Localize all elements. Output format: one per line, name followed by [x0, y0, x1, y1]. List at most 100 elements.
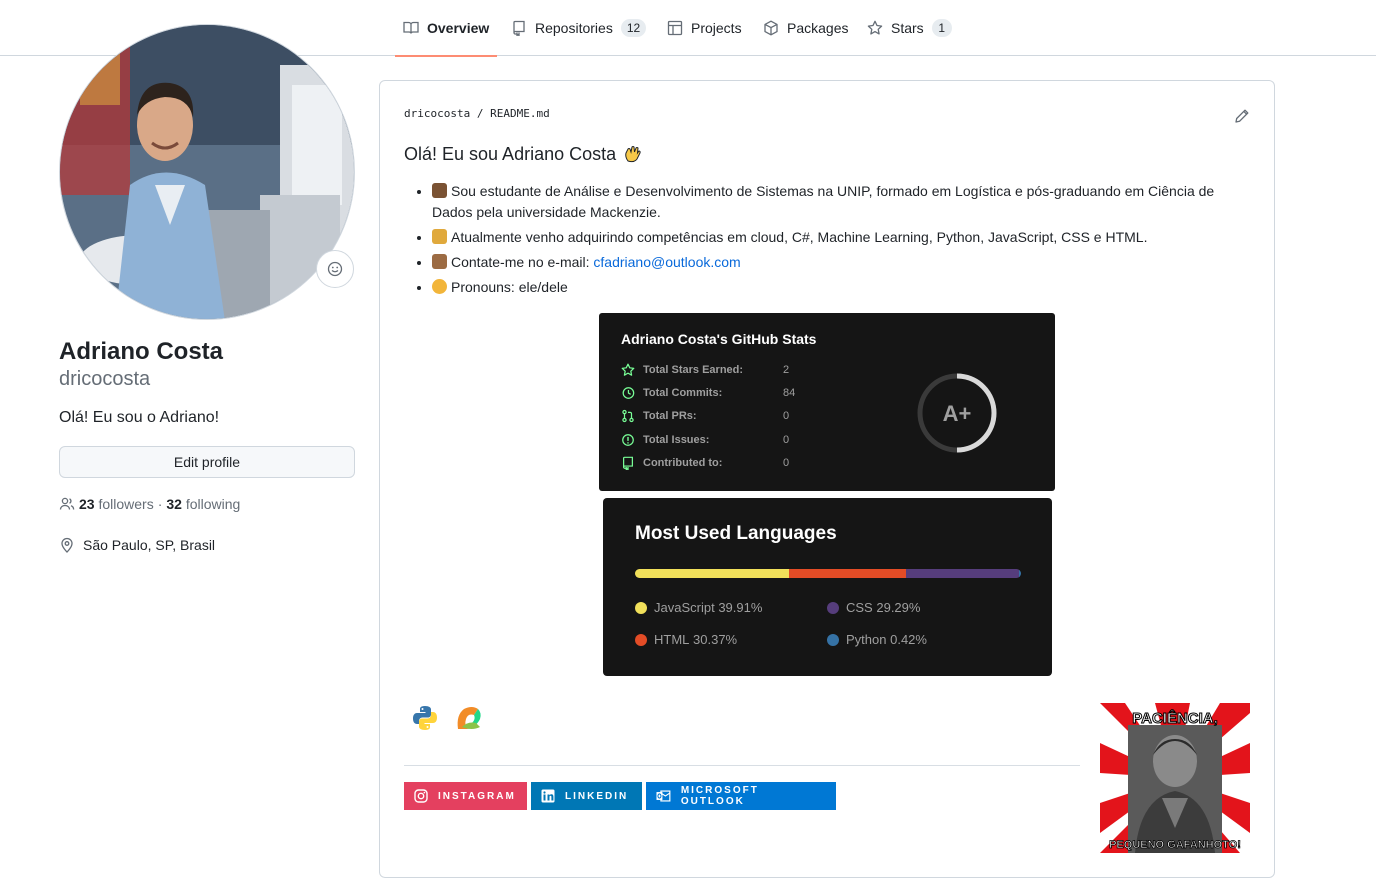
badge-label: LINKEDIN	[565, 790, 629, 802]
grade-ring: A+	[917, 373, 997, 453]
badge-label: INSTAGRAM	[438, 790, 516, 802]
stat-value: 84	[783, 387, 796, 399]
stat-value: 0	[783, 434, 790, 446]
readme-path: dricocosta / README.md	[404, 107, 550, 120]
stats-title: Adriano Costa's GitHub Stats	[621, 331, 817, 347]
tab-label: Repositories	[535, 20, 613, 36]
profile-readme: dricocosta / README.md Olá! Eu sou Adria…	[379, 80, 1275, 878]
email-link[interactable]: cfadriano@outlook.com	[593, 254, 740, 270]
outlook-icon	[656, 790, 671, 802]
bullet-text: Sou estudante de Análise e Desenvolvimen…	[432, 183, 1215, 220]
badge-label: MICROSOFT OUTLOOK	[680, 785, 759, 807]
student-icon	[432, 183, 447, 198]
lang-bar-segment	[1019, 569, 1021, 578]
stat-row-stars: Total Stars Earned: 2	[621, 363, 789, 377]
profile-location: São Paulo, SP, Brasil	[59, 537, 215, 553]
lang-dot	[827, 633, 839, 646]
stat-label: Total PRs:	[643, 410, 697, 422]
lang-dot	[635, 633, 647, 646]
crane-icon	[432, 229, 447, 244]
readme-bullet-list: Sou estudante de Análise e Desenvolvimen…	[432, 181, 1252, 302]
stat-row-prs: Total PRs: 0	[621, 409, 789, 423]
star-outline-icon	[621, 363, 635, 376]
followers-link[interactable]: 23 followers	[79, 496, 154, 512]
avatar[interactable]	[59, 24, 355, 320]
stat-row-contributed: Contributed to: 0	[621, 456, 789, 470]
divider	[404, 765, 1080, 766]
tab-projects[interactable]: Projects	[667, 0, 742, 56]
lang-item-css: CSS 29.29%	[827, 600, 920, 615]
lang-percent: 30.37%	[693, 632, 738, 647]
pencil-icon	[1235, 109, 1249, 123]
grade-text: A+	[943, 401, 972, 426]
lang-item-html: HTML 30.37%	[635, 632, 737, 647]
edit-profile-button[interactable]: Edit profile	[59, 446, 355, 478]
readme-path-user[interactable]: dricocosta	[404, 107, 470, 120]
smiley-emoji-icon	[432, 279, 447, 294]
repo-outline-icon	[623, 456, 633, 470]
edit-readme-button[interactable]	[1234, 108, 1250, 129]
profile-login: dricocosta	[59, 368, 151, 390]
history-icon	[622, 387, 635, 399]
lang-name: CSS	[846, 600, 873, 615]
set-status-button[interactable]	[316, 250, 354, 288]
table-icon	[667, 20, 683, 36]
lang-bar-segment	[635, 569, 790, 578]
outlook-badge[interactable]: MICROSOFT OUTLOOK	[646, 782, 836, 810]
tab-repositories[interactable]: Repositories 12	[511, 0, 647, 56]
profile-bio: Olá! Eu sou o Adriano!	[59, 409, 220, 426]
most-used-languages-card: Most Used Languages JavaScript 39.91% HT…	[603, 498, 1052, 676]
bullet-text: Contate-me no e-mail:	[451, 254, 594, 270]
following-link[interactable]: 32 following	[166, 496, 240, 512]
pycharm-logo-icon	[457, 707, 481, 729]
readme-path-separator: /	[476, 107, 484, 120]
tech-icons	[410, 703, 484, 733]
followers-following: 23 followers · 32 following	[59, 496, 240, 512]
lang-dot	[635, 601, 647, 614]
list-item: Sou estudante de Análise e Desenvolvimen…	[432, 181, 1252, 223]
star-icon	[867, 20, 883, 35]
location-icon	[61, 537, 73, 553]
linkedin-badge[interactable]: LINKEDIN	[531, 782, 642, 810]
readme-title: Olá! Eu sou Adriano Costa	[404, 143, 644, 165]
stat-value: 0	[783, 457, 790, 469]
followers-count: 23	[79, 496, 95, 512]
stat-label: Contributed to:	[643, 457, 723, 469]
python-logo-icon	[413, 706, 437, 730]
github-stats-card: Adriano Costa's GitHub Stats Total Stars…	[599, 313, 1055, 491]
waving-hand-icon	[625, 146, 641, 163]
tab-packages[interactable]: Packages	[763, 0, 848, 56]
list-item: Contate-me no e-mail: cfadriano@outlook.…	[432, 252, 1252, 273]
linkedin-icon	[541, 789, 555, 803]
readme-title-text: Olá! Eu sou Adriano Costa	[404, 143, 617, 164]
stars-count: 1	[931, 19, 952, 37]
repo-icon	[513, 20, 525, 36]
profile-name: Adriano Costa	[59, 338, 224, 365]
lang-percent: 0.42%	[890, 632, 927, 647]
lang-item-javascript: JavaScript 39.91%	[635, 600, 762, 615]
languages-bar	[635, 569, 1021, 578]
languages-title: Most Used Languages	[635, 523, 837, 544]
people-icon	[59, 497, 75, 510]
tab-label: Projects	[691, 20, 742, 36]
repositories-count: 12	[620, 19, 647, 37]
lang-bar-segment	[906, 569, 1020, 578]
lang-name: JavaScript	[654, 600, 715, 615]
tab-overview[interactable]: Overview	[394, 0, 498, 57]
lang-dot	[827, 601, 839, 614]
following-count: 32	[166, 496, 182, 512]
lang-name: HTML	[654, 632, 690, 647]
stat-row-issues: Total Issues: 0	[621, 433, 789, 447]
tab-stars[interactable]: Stars 1	[867, 0, 952, 56]
issue-icon	[622, 434, 634, 446]
lang-percent: 39.91%	[718, 600, 763, 615]
list-item: Atualmente venho adquirindo competências…	[432, 227, 1252, 248]
lang-name: Python	[846, 632, 887, 647]
list-item: Pronouns: ele/dele	[432, 277, 1252, 298]
readme-path-file[interactable]: README.md	[490, 107, 550, 120]
followers-label: followers	[98, 496, 154, 512]
meme-graphic: PACIÊNCIA, PEQUENO GAFANHOTO!	[1100, 703, 1250, 853]
stat-value: 2	[783, 364, 790, 376]
pull-request-icon	[622, 409, 634, 423]
instagram-badge[interactable]: INSTAGRAM	[404, 782, 527, 810]
